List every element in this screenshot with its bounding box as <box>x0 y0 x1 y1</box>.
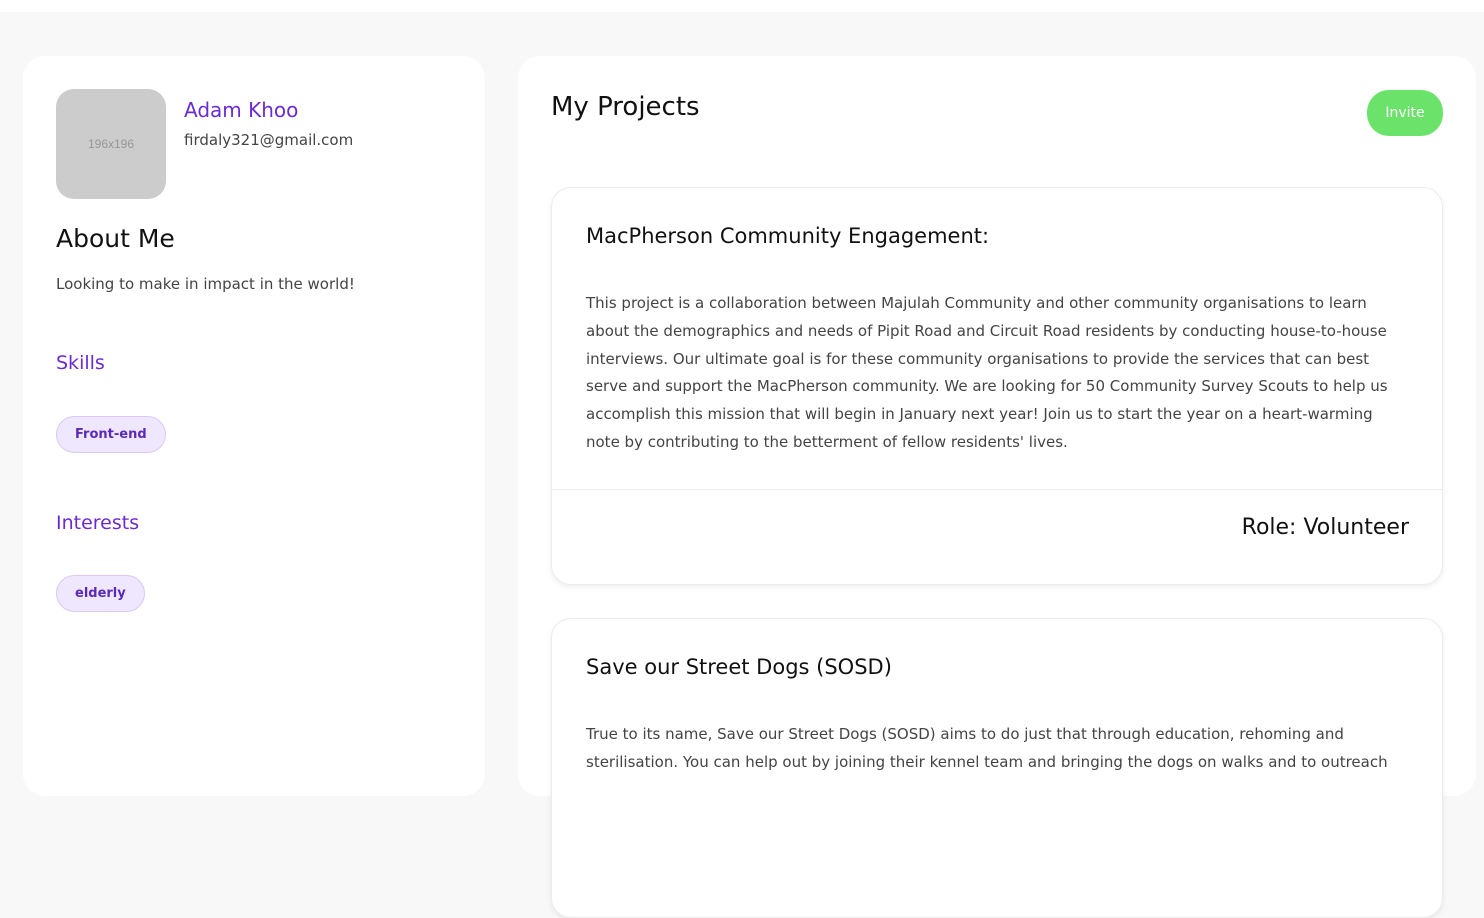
project-title: MacPherson Community Engagement: <box>586 224 990 248</box>
project-card[interactable]: Save our Street Dogs (SOSD) True to its … <box>551 618 1443 918</box>
project-role: Role: Volunteer <box>1241 515 1409 540</box>
project-title: Save our Street Dogs (SOSD) <box>586 655 892 679</box>
user-email: firdaly321@gmail.com <box>184 131 354 149</box>
skill-tag: Front-end <box>56 416 166 453</box>
project-description: This project is a collaboration between … <box>586 294 1388 451</box>
project-description: True to its name, Save our Street Dogs (… <box>586 725 1388 771</box>
avatar-placeholder-text: 196x196 <box>87 137 135 151</box>
avatar: 196x196 <box>56 89 166 199</box>
card-divider <box>552 489 1442 490</box>
top-bar <box>0 0 1484 12</box>
projects-panel: My Projects Invite MacPherson Community … <box>518 56 1476 918</box>
interests-heading: Interests <box>56 512 140 534</box>
about-me-heading: About Me <box>56 224 175 253</box>
projects-heading: My Projects <box>551 92 700 122</box>
project-card[interactable]: MacPherson Community Engagement: This pr… <box>551 187 1443 585</box>
interest-tag: elderly <box>56 575 145 612</box>
profile-card: 196x196 Adam Khoo firdaly321@gmail.com A… <box>23 56 485 796</box>
invite-button[interactable]: Invite <box>1367 90 1443 136</box>
skills-heading: Skills <box>56 352 105 374</box>
about-me-text: Looking to make in impact in the world! <box>56 275 355 293</box>
user-name: Adam Khoo <box>184 98 299 122</box>
